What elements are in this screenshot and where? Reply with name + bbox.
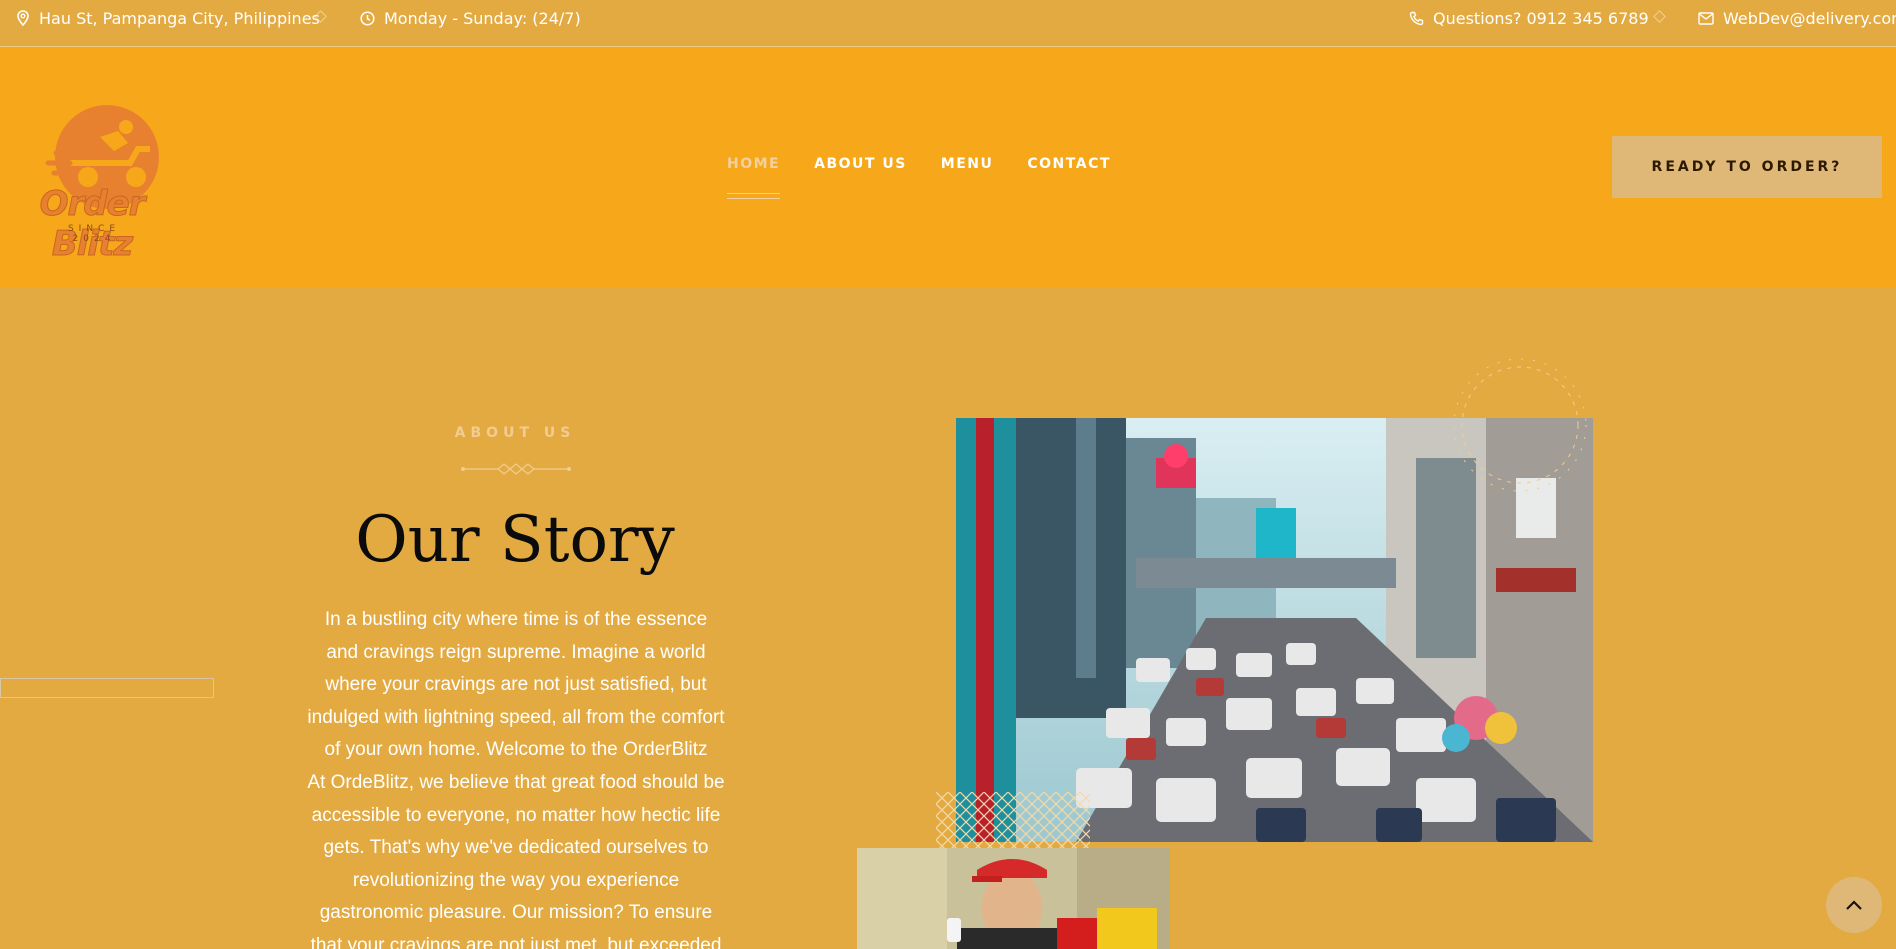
hours-item: Monday - Sunday: (24/7) <box>360 0 581 36</box>
circular-text-badge <box>1453 358 1587 492</box>
nav-contact[interactable]: CONTACT <box>1027 156 1111 172</box>
mail-icon <box>1698 11 1714 25</box>
phone-item[interactable]: Questions? 0912 345 6789 <box>1409 0 1649 36</box>
email-item[interactable]: WebDev@delivery.com <box>1698 0 1896 36</box>
ready-to-order-button[interactable]: READY TO ORDER? <box>1612 136 1882 198</box>
ornament-divider <box>461 463 571 475</box>
section-title: Our Story <box>355 503 675 577</box>
broken-image-placeholder <box>0 678 214 698</box>
clock-icon <box>360 10 375 26</box>
hours-text: Monday - Sunday: (24/7) <box>384 8 581 28</box>
story-paragraph: At OrdeBlitz, we believe that great food… <box>307 771 725 949</box>
section-kicker: ABOUT US <box>454 425 576 441</box>
map-pin-icon <box>17 10 29 26</box>
nav-menu[interactable]: MENU <box>941 156 994 172</box>
phone-text: Questions? 0912 345 6789 <box>1433 8 1649 28</box>
phone-icon <box>1409 11 1424 25</box>
main-nav: HOME ABOUT US MENU CONTACT <box>727 156 1111 199</box>
address-text: Hau St, Pampanga City, Philippines <box>39 8 320 28</box>
courier-photo <box>857 848 1170 949</box>
nav-about-us[interactable]: ABOUT US <box>814 156 907 172</box>
separator-diamond <box>1653 10 1666 23</box>
nav-home[interactable]: HOME <box>727 156 781 199</box>
address-item: Hau St, Pampanga City, Philippines <box>16 0 320 36</box>
logo-since: SINCE 2024 <box>67 224 121 244</box>
email-text: WebDev@delivery.com <box>1723 8 1896 28</box>
decorative-lattice <box>936 792 1090 848</box>
story-paragraph: In a bustling city where time is of the … <box>307 609 725 761</box>
story-text: In a bustling city where time is of the … <box>307 604 725 949</box>
chevron-up-icon <box>1846 900 1862 910</box>
site-header: Order Blitz SINCE 2024 HOME ABOUT US MEN… <box>0 47 1896 287</box>
scroll-to-top-button[interactable] <box>1826 877 1882 933</box>
top-info-bar: Hau St, Pampanga City, Philippines Monda… <box>0 0 1896 47</box>
